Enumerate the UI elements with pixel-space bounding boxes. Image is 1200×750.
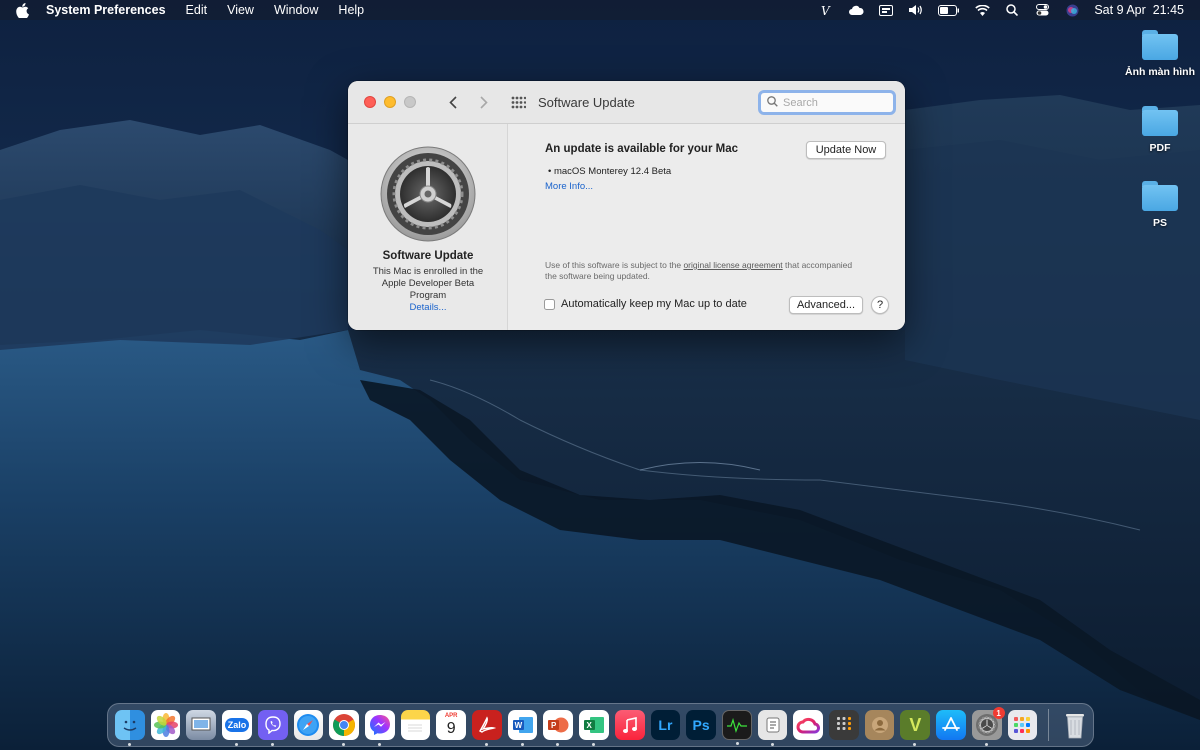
system-preferences-icon[interactable]: 1: [971, 707, 1005, 746]
license-agreement-link[interactable]: original license agreement: [683, 260, 782, 270]
auto-update-label[interactable]: Automatically keep my Mac up to date: [561, 298, 747, 310]
notes-icon[interactable]: [400, 710, 431, 740]
apple-menu-icon[interactable]: [16, 2, 32, 18]
viber-status-icon[interactable]: V: [818, 3, 834, 17]
chrome-icon[interactable]: [329, 710, 359, 746]
folder-label: PDF: [1149, 142, 1171, 154]
activity-monitor-icon[interactable]: [721, 710, 752, 745]
search-input[interactable]: [783, 96, 883, 109]
back-arrow-icon[interactable]: [446, 94, 460, 110]
notification-badge: 1: [992, 707, 1005, 719]
desktop-folder-ps[interactable]: PS: [1120, 181, 1200, 229]
advanced-button[interactable]: Advanced...: [789, 296, 863, 314]
auto-update-row: Automatically keep my Mac up to date: [544, 298, 747, 310]
trash-icon[interactable]: [1060, 710, 1090, 740]
siri-icon[interactable]: [1064, 3, 1080, 17]
folder-icon: [1142, 181, 1178, 211]
forward-arrow-icon[interactable]: [477, 94, 491, 110]
software-update-gear-icon: [380, 146, 476, 242]
desktop-folder-pdf[interactable]: PDF: [1120, 106, 1200, 154]
menu-view[interactable]: View: [227, 3, 254, 17]
folder-label: PS: [1152, 217, 1167, 229]
display-icon[interactable]: [878, 3, 894, 17]
menu-help[interactable]: Help: [338, 3, 364, 17]
svg-text:X: X: [586, 721, 592, 730]
calculator-icon[interactable]: [829, 710, 859, 740]
dock: Zalo APR 9 W P X Lr Ps V 1: [107, 703, 1094, 747]
folder-label: Ảnh màn hình: [1125, 66, 1195, 78]
license-notice: Use of this software is subject to the o…: [545, 260, 865, 282]
word-icon[interactable]: W: [507, 710, 538, 746]
svg-text:W: W: [514, 721, 522, 730]
svg-text:V: V: [821, 4, 831, 16]
finder-icon[interactable]: [115, 710, 145, 746]
calendar-day: 9: [446, 720, 456, 737]
acrobat-icon[interactable]: [472, 710, 502, 746]
zalo-icon[interactable]: Zalo: [222, 710, 252, 746]
search-field[interactable]: [758, 90, 896, 115]
menu-window[interactable]: Window: [274, 3, 318, 17]
sidebar-title: Software Update: [382, 250, 474, 262]
show-all-grid-icon[interactable]: [510, 94, 526, 110]
creative-cloud-icon[interactable]: [793, 710, 824, 740]
battery-icon[interactable]: [938, 3, 960, 17]
dock-separator: [1048, 709, 1050, 741]
svg-text:P: P: [551, 721, 557, 730]
close-button[interactable]: [364, 96, 376, 108]
search-icon: [767, 95, 778, 110]
messenger-icon[interactable]: [364, 710, 395, 746]
details-link[interactable]: Details...: [348, 302, 508, 313]
auto-update-checkbox[interactable]: [544, 298, 555, 310]
menu-app-name[interactable]: System Preferences: [46, 3, 166, 17]
update-panel: An update is available for your Mac • ma…: [508, 124, 905, 330]
desktop-folder-screenshots[interactable]: Ảnh màn hình: [1120, 30, 1200, 78]
excel-icon[interactable]: X: [579, 710, 609, 746]
license-prefix: Use of this software is subject to the: [545, 260, 684, 270]
more-info-link[interactable]: More Info...: [545, 181, 593, 192]
control-center-icon[interactable]: [1034, 3, 1050, 17]
lightroom-icon[interactable]: Lr: [650, 710, 681, 740]
lightroom-label: Lr: [658, 717, 673, 733]
volume-icon[interactable]: [908, 3, 924, 17]
v-app-label: V: [909, 714, 922, 735]
menu-clock[interactable]: Sat 9 Apr 21:45: [1094, 3, 1184, 17]
help-button[interactable]: ?: [871, 296, 889, 314]
update-now-button[interactable]: Update Now: [806, 141, 886, 159]
software-update-window: Software Update Search Software Update T…: [348, 81, 905, 330]
zoom-button[interactable]: [404, 96, 416, 108]
contacts-icon[interactable]: [864, 710, 895, 740]
minimize-button[interactable]: [384, 96, 396, 108]
vectorworks-icon[interactable]: V: [900, 710, 931, 746]
wifi-icon[interactable]: [974, 3, 990, 17]
app-store-icon[interactable]: [936, 710, 966, 740]
update-available-heading: An update is available for your Mac: [545, 143, 738, 155]
folder-icon: [1142, 106, 1178, 136]
update-item: • macOS Monterey 12.4 Beta: [548, 166, 672, 177]
safari-icon[interactable]: [293, 710, 324, 740]
menu-bar: System Preferences Edit View Window Help…: [0, 0, 1200, 20]
menu-edit[interactable]: Edit: [186, 3, 208, 17]
photoshop-label: Ps: [692, 717, 710, 733]
calendar-month: APR: [444, 713, 458, 719]
preview-icon[interactable]: [186, 710, 217, 740]
enrollment-description: This Mac is enrolled in the Apple Develo…: [372, 266, 484, 301]
search-icon[interactable]: [1004, 3, 1020, 17]
viber-icon[interactable]: [257, 710, 288, 746]
zalo-label: Zalo: [224, 718, 250, 732]
calendar-icon[interactable]: APR 9: [436, 710, 467, 740]
photoshop-icon[interactable]: Ps: [686, 710, 716, 740]
cloud-icon[interactable]: [848, 3, 864, 17]
powerpoint-icon[interactable]: P: [543, 710, 574, 746]
launchpad-icon[interactable]: [1007, 710, 1038, 740]
window-title: Software Update: [538, 94, 635, 110]
sidebar-panel: Software Update This Mac is enrolled in …: [348, 124, 508, 330]
photos-icon[interactable]: [150, 710, 181, 740]
system-information-icon[interactable]: [757, 710, 788, 746]
folder-icon: [1142, 30, 1178, 60]
window-titlebar: Software Update: [348, 81, 905, 124]
music-icon[interactable]: [614, 710, 645, 740]
traffic-lights: [364, 96, 416, 108]
